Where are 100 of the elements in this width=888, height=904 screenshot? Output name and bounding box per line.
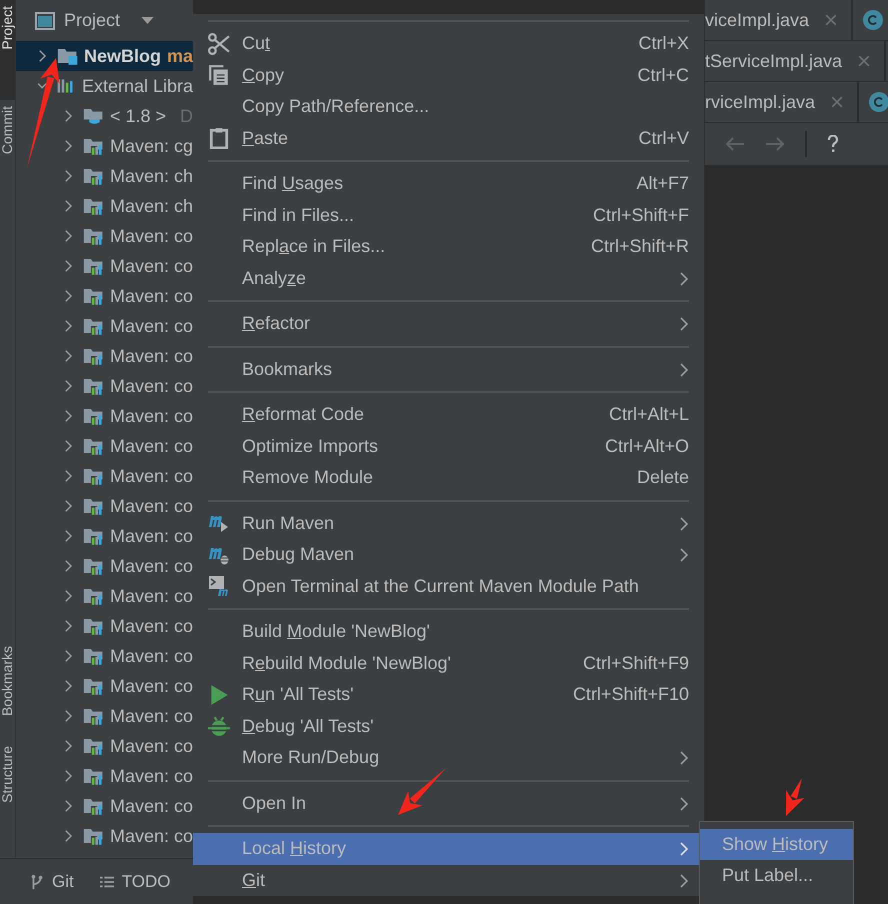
menu-item[interactable]: Optimize Imports Ctrl+Alt+O: [193, 430, 704, 462]
close-icon[interactable]: [831, 96, 844, 108]
menu-item[interactable]: Bookmarks: [193, 354, 704, 385]
tree-item[interactable]: Maven: co: [16, 251, 193, 281]
chevron-icon: [64, 829, 73, 843]
library-folder-icon: [82, 466, 104, 486]
library-folder-icon: [82, 376, 104, 396]
menu-item[interactable]: Analyze: [193, 262, 704, 294]
tree-item[interactable]: Maven: ch: [16, 161, 193, 191]
tree-item[interactable]: Maven: co: [16, 491, 193, 521]
folder-icon: [82, 106, 104, 126]
tree-item[interactable]: Maven: co: [16, 791, 193, 821]
chevron-icon: [64, 259, 73, 273]
tool-window-tab[interactable]: Bookmarks: [0, 640, 15, 740]
menu-item[interactable]: Refactor: [193, 308, 704, 340]
library-folder-icon: [82, 316, 104, 336]
menu-item[interactable]: Rebuild Module 'NewBlog' Ctrl+Shift+F9: [193, 648, 704, 679]
library-folder-icon: [82, 286, 104, 306]
menu-item[interactable]: Paste Ctrl+V: [193, 122, 704, 154]
dropdown-icon[interactable]: [141, 16, 154, 24]
library-folder-icon: [82, 346, 104, 366]
menu-item[interactable]: Open In: [193, 788, 704, 819]
tree-item[interactable]: Maven: co: [16, 461, 193, 491]
library-folder-icon: [82, 616, 104, 636]
tree-item[interactable]: NewBlog ma: [16, 41, 193, 71]
tree-item[interactable]: Maven: co: [16, 701, 193, 731]
tree-item[interactable]: Maven: co: [16, 281, 193, 311]
tree-item[interactable]: Maven: cg: [16, 131, 193, 161]
tool-window-tab[interactable]: Commit: [0, 100, 15, 200]
close-icon[interactable]: [825, 14, 838, 26]
library-folder-icon: [82, 136, 104, 156]
menu-item[interactable]: Cut Ctrl+X: [193, 28, 704, 60]
menu-item[interactable]: Reformat Code Ctrl+Alt+L: [193, 399, 704, 430]
tree-item[interactable]: Maven: co: [16, 821, 193, 851]
tree-item[interactable]: Maven: co: [16, 221, 193, 251]
tree-item[interactable]: Maven: co: [16, 401, 193, 431]
window-icon: [35, 12, 55, 30]
close-icon[interactable]: [858, 55, 870, 67]
tree-item[interactable]: Maven: co: [16, 641, 193, 671]
annotation-arrow: [398, 768, 446, 815]
menu-item[interactable]: Run 'All Tests' Ctrl+Shift+F10: [193, 679, 704, 710]
bug-icon: [208, 715, 230, 738]
tree-item[interactable]: External Libra: [16, 71, 193, 101]
menu-item[interactable]: Run Maven: [193, 508, 704, 539]
menu-item[interactable]: Build Module 'NewBlog': [193, 616, 704, 648]
library-folder-icon: [82, 226, 104, 246]
tree-item[interactable]: Maven: co: [16, 731, 193, 761]
menu-item[interactable]: Copy Ctrl+C: [193, 60, 704, 91]
tool-window-button[interactable]: TODO: [100, 872, 171, 892]
library-folder-icon: [82, 826, 104, 846]
chevron-icon: [64, 319, 73, 333]
branch-icon: [30, 874, 44, 890]
help-icon[interactable]: [827, 135, 839, 153]
tree-item[interactable]: Maven: co: [16, 761, 193, 791]
chevron-icon: [64, 379, 73, 393]
menu-item[interactable]: Copy Path/Reference...: [193, 91, 704, 122]
chevron-icon: [64, 169, 73, 183]
chevron-icon: [64, 199, 73, 213]
tree-item[interactable]: Maven: co: [16, 671, 193, 701]
tree-item[interactable]: Maven: co: [16, 521, 193, 551]
library-folder-icon: [82, 556, 104, 576]
menu-item[interactable]: Find Usages Alt+F7: [193, 168, 704, 200]
library-folder-icon: [82, 706, 104, 726]
menu-item[interactable]: Find in Files... Ctrl+Shift+F: [193, 200, 704, 231]
library-folder-icon: [82, 676, 104, 696]
menu-item[interactable]: More Run/Debug: [193, 742, 704, 774]
tree-item[interactable]: Maven: co: [16, 611, 193, 641]
chevron-icon: [64, 619, 73, 633]
tree-item[interactable]: Maven: ch: [16, 191, 193, 221]
library-folder-icon: [82, 526, 104, 546]
tool-window-button[interactable]: Git: [30, 872, 74, 892]
tree-item[interactable]: Maven: co: [16, 311, 193, 341]
chevron-icon: [64, 709, 73, 723]
copy-icon: [208, 64, 230, 86]
chevron-icon: [64, 739, 73, 753]
back-arrow-icon[interactable]: [725, 135, 745, 153]
chevron-icon: [64, 139, 73, 153]
library-folder-icon: [82, 196, 104, 216]
menu-item[interactable]: Debug 'All Tests': [193, 710, 704, 742]
panel-title[interactable]: Project: [64, 10, 120, 31]
tree-item[interactable]: Maven: co: [16, 431, 193, 461]
tool-window-tab[interactable]: Project: [0, 0, 15, 100]
menu-item[interactable]: Remove Module Delete: [193, 462, 704, 494]
library-folder-icon: [82, 766, 104, 786]
tree-item[interactable]: Maven: co: [16, 551, 193, 581]
chevron-icon: [64, 289, 73, 303]
class-icon: [869, 92, 888, 112]
library-folder-icon: [82, 586, 104, 606]
tree-item[interactable]: Maven: co: [16, 371, 193, 401]
forward-arrow-icon[interactable]: [765, 135, 785, 153]
menu-item[interactable]: Debug Maven: [193, 539, 704, 570]
tree-item[interactable]: Maven: co: [16, 581, 193, 611]
library-folder-icon: [82, 796, 104, 816]
folder-icon: [56, 46, 78, 66]
tree-item[interactable]: Maven: co: [16, 341, 193, 371]
library-folder-icon: [82, 496, 104, 516]
chevron-icon: [64, 679, 73, 693]
menu-item[interactable]: Open Terminal at the Current Maven Module Path: [193, 570, 704, 602]
tool-window-tab[interactable]: Structure: [0, 740, 15, 840]
menu-item[interactable]: Replace in Files... Ctrl+Shift+R: [193, 231, 704, 262]
